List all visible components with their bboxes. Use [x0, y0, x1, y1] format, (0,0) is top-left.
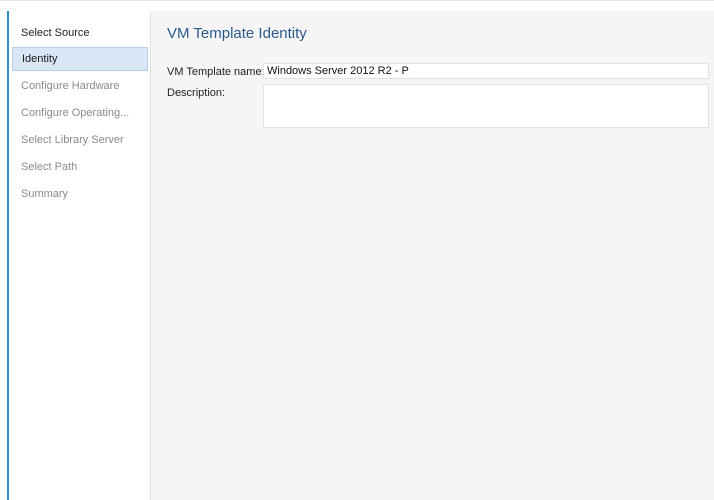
sidebar-item-configure-hardware[interactable]: Configure Hardware: [12, 74, 148, 98]
sidebar-item-select-path[interactable]: Select Path: [12, 155, 148, 179]
sidebar-item-identity[interactable]: Identity: [12, 47, 148, 71]
main-content-panel: VM Template Identity VM Template name: W…: [150, 11, 714, 500]
sidebar-item-summary[interactable]: Summary: [12, 182, 148, 206]
sidebar-item-configure-operating-system[interactable]: Configure Operating...: [12, 101, 148, 125]
template-name-label: VM Template name:: [167, 66, 265, 78]
template-name-input[interactable]: Windows Server 2012 R2 - P: [263, 63, 709, 79]
wizard-window: Select Source Identity Configure Hardwar…: [0, 0, 714, 500]
sidebar-item-select-library-server[interactable]: Select Library Server: [12, 128, 148, 152]
description-textarea[interactable]: [263, 84, 709, 128]
description-label: Description:: [167, 87, 226, 99]
page-title: VM Template Identity: [167, 25, 307, 42]
wizard-steps-sidebar: Select Source Identity Configure Hardwar…: [9, 11, 150, 500]
sidebar-item-select-source[interactable]: Select Source: [12, 21, 148, 45]
